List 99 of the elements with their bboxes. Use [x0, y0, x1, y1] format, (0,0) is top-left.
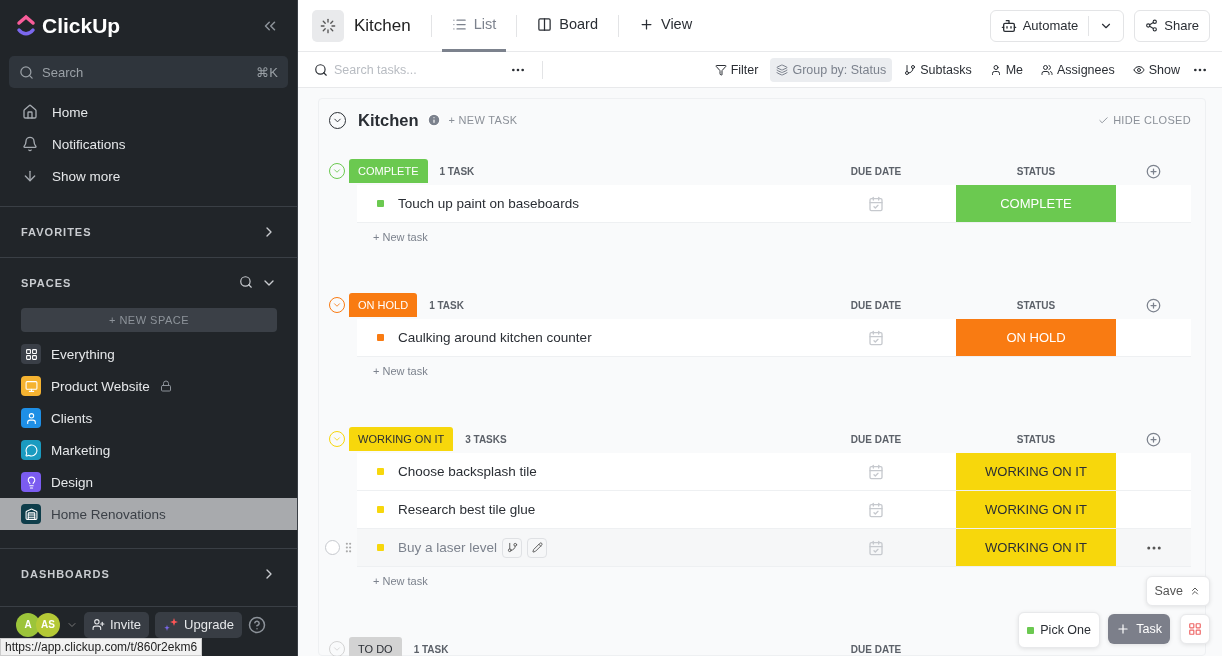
edit-icon[interactable]	[527, 537, 548, 558]
space-item[interactable]: Home Renovations	[0, 498, 297, 530]
search-field[interactable]: Search ⌘K	[9, 56, 288, 88]
home-icon	[22, 104, 38, 120]
status-tag: TO DO	[349, 637, 402, 656]
toolbar-button[interactable]: Assignees	[1035, 57, 1121, 82]
layers-icon	[776, 63, 789, 76]
task-name[interactable]: Caulking around kitchen counter	[398, 330, 592, 345]
filter-icon	[714, 63, 727, 76]
space-item[interactable]: Everything	[0, 338, 297, 370]
view-tab[interactable]: List	[441, 0, 507, 52]
subtask-icon[interactable]	[502, 537, 523, 558]
status-cell[interactable]: WORKING ON IT	[956, 529, 1116, 566]
toolbar-button[interactable]: Me	[983, 57, 1030, 82]
select-checkbox[interactable]	[325, 540, 340, 555]
bell-icon	[22, 136, 38, 152]
list-icon	[451, 16, 467, 32]
page-title: Kitchen	[354, 15, 412, 36]
info-icon[interactable]	[426, 113, 441, 127]
column-header: DUE DATE	[849, 643, 903, 655]
new-task-button[interactable]: Task	[1108, 614, 1170, 644]
save-button[interactable]: Save	[1145, 576, 1210, 606]
toolbar-button[interactable]: Show	[1126, 57, 1186, 82]
status-square	[377, 544, 384, 551]
space-item[interactable]: Product Website	[0, 370, 297, 402]
column-header: STATUS	[1015, 299, 1057, 311]
nav-item[interactable]: Notifications	[0, 128, 297, 160]
view-tab[interactable]: Board	[527, 0, 608, 52]
people-icon	[1041, 63, 1054, 76]
plus-icon	[1116, 622, 1131, 636]
check-icon	[1098, 114, 1110, 126]
eye-icon	[1132, 63, 1145, 76]
grid-icon	[1188, 622, 1202, 636]
search-icon	[19, 64, 34, 80]
help-icon[interactable]	[247, 615, 266, 634]
nav-item[interactable]: Home	[0, 96, 297, 128]
column-header: DUE DATE	[849, 433, 903, 445]
space-item[interactable]: Clients	[0, 402, 297, 434]
task-row[interactable]: Caulking around kitchen counter ON HOLD	[357, 319, 1191, 357]
toolbar-button[interactable]: Filter	[708, 57, 765, 82]
logo[interactable]: ClickUp	[16, 14, 121, 38]
pick-one-button[interactable]: Pick One	[1018, 612, 1100, 648]
invite-button[interactable]: Invite	[84, 611, 150, 638]
list-status-icon	[312, 9, 344, 42]
column-header: DUE DATE	[849, 165, 903, 177]
share-button[interactable]: Share	[1134, 9, 1210, 42]
task-count: 1 TASK	[439, 165, 475, 177]
link-tooltip: https://app.clickup.com/t/860r2ekm6	[0, 638, 203, 656]
task-name[interactable]: Choose backsplash tile	[398, 464, 537, 479]
column-header: STATUS	[1015, 433, 1057, 445]
apps-button[interactable]	[1180, 614, 1210, 644]
upgrade-button[interactable]: Upgrade	[155, 611, 242, 638]
status-square	[1027, 626, 1035, 634]
status-tag: COMPLETE	[349, 159, 428, 183]
toolbar-button[interactable]: Subtasks	[898, 57, 978, 82]
column-header: STATUS	[1015, 165, 1057, 177]
add-person-icon	[92, 618, 105, 631]
section-title: FAVORITES	[21, 226, 92, 238]
new-task-link[interactable]: + New task	[373, 575, 428, 589]
search-icon[interactable]	[239, 275, 253, 289]
plus-icon	[639, 16, 654, 32]
new-task-link[interactable]: + New task	[373, 231, 428, 245]
person-icon	[989, 63, 1002, 76]
status-tag: WORKING ON IT	[349, 427, 454, 451]
task-count: 1 TASK	[429, 299, 464, 311]
list-title: Kitchen	[358, 110, 419, 130]
task-row[interactable]: Touch up paint on baseboards COMPLETE	[357, 185, 1191, 223]
robot-icon	[1000, 17, 1017, 34]
task-name[interactable]: Touch up paint on baseboards	[398, 196, 579, 211]
status-square	[377, 200, 384, 207]
automate-button[interactable]: Automate	[989, 9, 1125, 42]
board-icon	[537, 16, 553, 32]
add-column-icon[interactable]	[1146, 163, 1161, 179]
share-icon	[1145, 19, 1159, 32]
status-square	[377, 506, 384, 513]
chevrons-up-icon	[1189, 585, 1201, 597]
add-view-button[interactable]: View	[629, 0, 703, 52]
new-task-link[interactable]: + New task	[373, 365, 428, 379]
section-title: DASHBOARDS	[21, 568, 110, 580]
status-cell[interactable]: WORKING ON IT	[956, 491, 1116, 528]
status-square	[377, 468, 384, 475]
task-count: 1 TASK	[413, 643, 449, 655]
column-header: DUE DATE	[849, 299, 903, 311]
task-name[interactable]: Buy a laser level	[398, 540, 498, 555]
status-cell[interactable]: WORKING ON IT	[956, 453, 1116, 490]
section-title: SPACES	[21, 277, 72, 289]
task-row[interactable]: Choose backsplash tile WORKING ON IT	[357, 453, 1191, 491]
status-square	[377, 334, 384, 341]
task-count: 3 TASKS	[465, 433, 507, 445]
search-icon	[314, 62, 328, 77]
task-row[interactable]: Research best tile glue WORKING ON IT	[357, 491, 1191, 529]
add-column-icon[interactable]	[1146, 297, 1161, 313]
space-item[interactable]: Marketing	[0, 434, 297, 466]
task-name[interactable]: Research best tile glue	[398, 502, 536, 517]
status-tag: ON HOLD	[349, 293, 418, 317]
space-item[interactable]: Design	[0, 466, 297, 498]
add-column-icon[interactable]	[1146, 431, 1161, 447]
nav-item[interactable]: Show more	[0, 160, 297, 192]
branch-icon	[904, 63, 917, 76]
